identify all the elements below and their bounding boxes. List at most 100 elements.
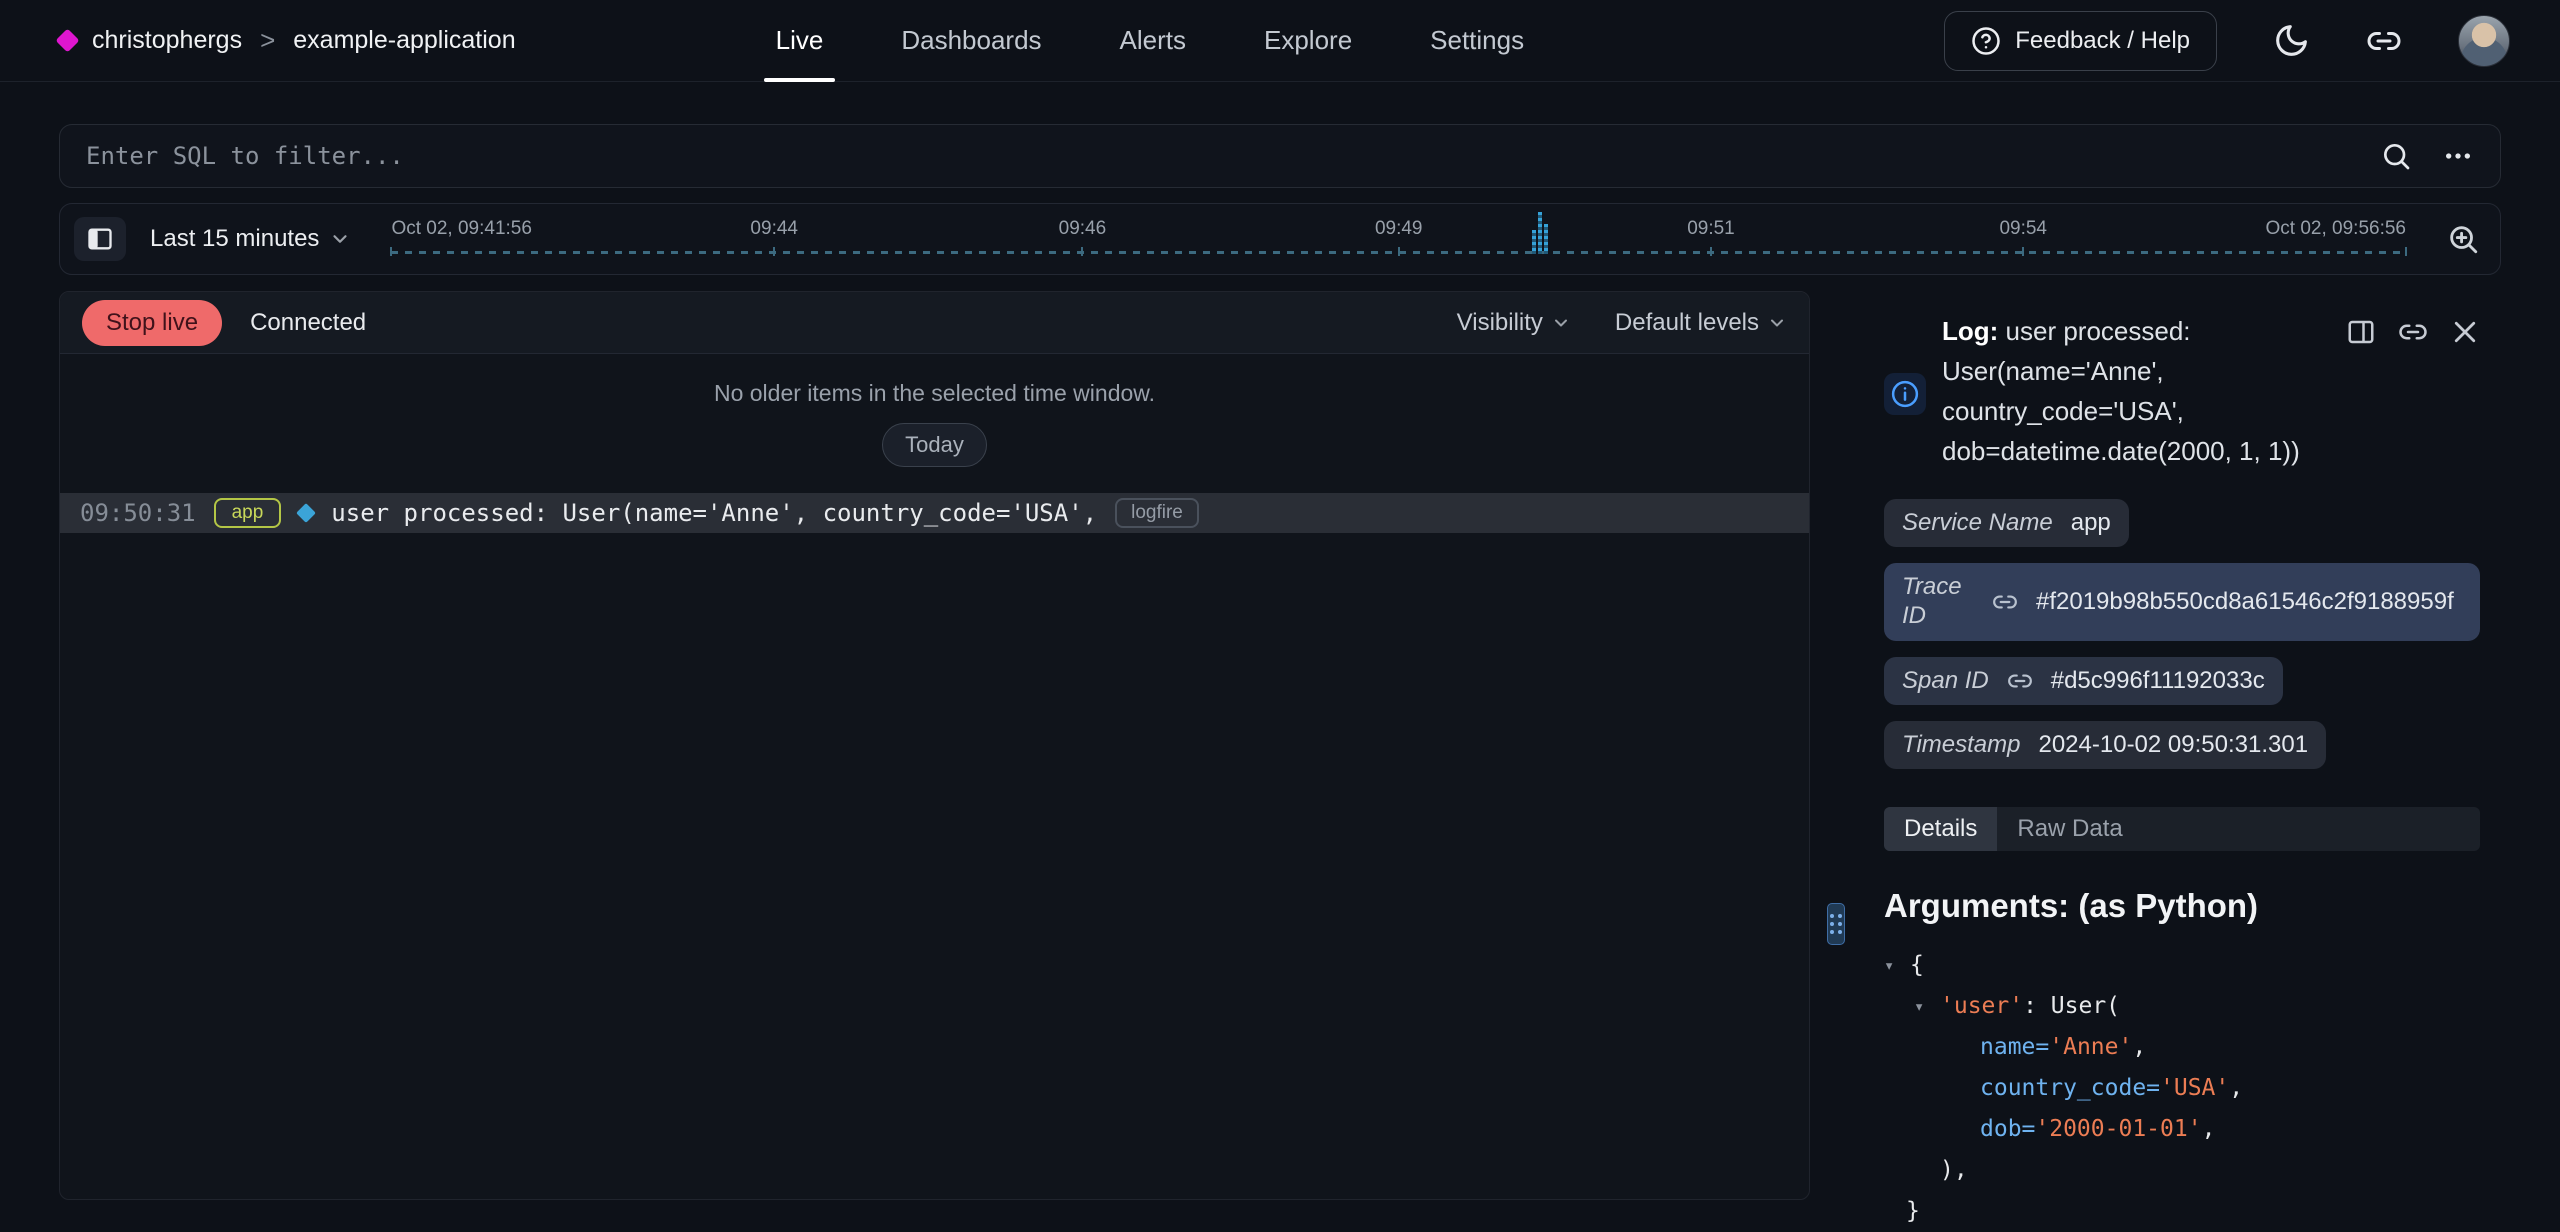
stop-live-button[interactable]: Stop live: [82, 300, 222, 346]
code-token: 'Anne': [2049, 1034, 2132, 1060]
log-message: user processed: User(name='Anne', countr…: [331, 499, 1097, 527]
code-token: ,: [2132, 1034, 2146, 1060]
breadcrumb-org[interactable]: christophergs: [92, 26, 242, 55]
code-token: '2000-01-01': [2035, 1116, 2201, 1142]
timeline-tick: [1081, 247, 1083, 256]
code-token: dob=: [1980, 1116, 2035, 1142]
code-line: ▾{: [1884, 945, 2480, 986]
detail-actions: [2346, 311, 2480, 347]
code-line: ▾ 'user': User(: [1884, 986, 2480, 1027]
breadcrumb-separator: >: [258, 25, 277, 56]
theme-toggle-moon-icon[interactable]: [2273, 22, 2310, 59]
timeline-tick: [2022, 247, 2024, 256]
code-token: }: [1906, 1198, 1920, 1224]
arguments-heading-main: Arguments:: [1884, 887, 2069, 924]
timeline-tick: [773, 247, 775, 256]
nav-tab-alerts[interactable]: Alerts: [1120, 0, 1186, 82]
today-button[interactable]: Today: [882, 423, 987, 467]
chevron-down-icon: [329, 228, 351, 250]
log-service-tag: app: [214, 498, 282, 528]
collapse-chevron-icon[interactable]: ▾: [1884, 946, 1894, 987]
timeline-scale[interactable]: Oct 02, 09:41:56 09:44 09:46 09:49 09:51 09:5…: [391, 204, 2406, 274]
timeline-label: 09:54: [1999, 218, 2047, 240]
timeline-label: 09:46: [1059, 218, 1107, 240]
sql-bar-actions: [2380, 140, 2474, 172]
timeline-tick: [1710, 247, 1712, 256]
log-row[interactable]: 09:50:31 app user processed: User(name='…: [60, 493, 1809, 533]
close-icon[interactable]: [2450, 317, 2480, 347]
live-log-panel: Stop live Connected Visibility Default l…: [59, 291, 1810, 1200]
link-icon: [1992, 589, 2018, 615]
span-id-value: #d5c996f11192033c: [2051, 667, 2265, 695]
log-time: 09:50:31: [80, 499, 196, 527]
detail-tab-raw-data[interactable]: Raw Data: [1997, 807, 2142, 851]
service-name-field: Service Name app: [1884, 499, 2129, 547]
nav-tab-live[interactable]: Live: [776, 0, 824, 82]
detail-title-prefix: Log:: [1942, 316, 1998, 346]
detail-panel: Log: user processed: User(name='Anne', c…: [1862, 291, 2502, 1222]
span-id-field[interactable]: Span ID #d5c996f11192033c: [1884, 657, 2283, 705]
live-panel-controls: Visibility Default levels: [1457, 309, 1787, 337]
code-line: ),: [1884, 1150, 2480, 1191]
nav-tab-dashboards[interactable]: Dashboards: [901, 0, 1041, 82]
timeline-bar: Last 15 minutes Oct 02, 09:41:56 09:44 09:…: [59, 203, 2501, 275]
log-list: No older items in the selected time wind…: [60, 354, 1809, 533]
breadcrumb-project[interactable]: example-application: [293, 26, 515, 55]
code-line: dob='2000-01-01',: [1884, 1109, 2480, 1150]
logfire-logo-icon[interactable]: [55, 28, 79, 52]
copy-link-icon[interactable]: [2398, 317, 2428, 347]
open-in-panel-icon[interactable]: [2346, 317, 2376, 347]
collapse-chevron-icon[interactable]: ▾: [1914, 987, 1924, 1028]
code-token: country_code=: [1980, 1075, 2160, 1101]
trace-id-field[interactable]: Trace ID #f2019b98b550cd8a61546c2f918895…: [1884, 563, 2480, 641]
timestamp-field: Timestamp 2024-10-02 09:50:31.301: [1884, 721, 2326, 769]
nav-tab-explore[interactable]: Explore: [1264, 0, 1352, 82]
question-circle-icon: [1971, 26, 2001, 56]
trace-id-label: Trace ID: [1902, 573, 1974, 631]
detail-tab-details[interactable]: Details: [1884, 807, 1997, 851]
sql-filter-bar: [59, 124, 2501, 188]
navbar-actions: Feedback / Help: [1944, 11, 2510, 71]
nav-tab-settings[interactable]: Settings: [1430, 0, 1524, 82]
trace-id-value: #f2019b98b550cd8a61546c2f9188959f: [2036, 588, 2454, 616]
detail-header: Log: user processed: User(name='Anne', c…: [1884, 311, 2480, 471]
top-navbar: christophergs > example-application Live…: [0, 0, 2560, 82]
timeline-tick: [1398, 247, 1400, 256]
feedback-help-button[interactable]: Feedback / Help: [1944, 11, 2217, 71]
link-icon: [2007, 668, 2033, 694]
log-source-tag: logfire: [1115, 498, 1199, 528]
arguments-heading: Arguments: (as Python): [1884, 887, 2480, 925]
timeline-label: 09:49: [1375, 218, 1423, 240]
feedback-help-label: Feedback / Help: [2015, 27, 2190, 55]
user-avatar[interactable]: [2458, 15, 2510, 67]
code-token: ,: [2202, 1116, 2216, 1142]
connection-status: Connected: [250, 309, 366, 337]
code-token: {: [1910, 952, 1924, 978]
sidebar-toggle-button[interactable]: [74, 217, 126, 261]
time-range-label: Last 15 minutes: [150, 225, 319, 253]
default-levels-dropdown[interactable]: Default levels: [1615, 309, 1787, 337]
service-name-label: Service Name: [1902, 509, 2053, 537]
search-icon[interactable]: [2380, 140, 2412, 172]
timeline-label: 09:44: [750, 218, 798, 240]
sql-filter-input[interactable]: [86, 142, 2380, 170]
time-range-dropdown[interactable]: Last 15 minutes: [150, 225, 351, 253]
panel-resize-handle[interactable]: [1827, 903, 1845, 945]
timeline-label: Oct 02, 09:56:56: [2266, 218, 2407, 240]
code-token: : User(: [2023, 993, 2120, 1019]
timeline-label: 09:51: [1687, 218, 1735, 240]
live-panel-header: Stop live Connected Visibility Default l…: [60, 292, 1809, 354]
timeline-zoom-icon[interactable]: [2446, 222, 2480, 256]
visibility-dropdown[interactable]: Visibility: [1457, 309, 1571, 337]
code-line: }: [1884, 1191, 2480, 1232]
share-link-icon[interactable]: [2366, 23, 2402, 59]
chevron-down-icon: [1767, 313, 1787, 333]
empty-window-message: No older items in the selected time wind…: [60, 380, 1809, 407]
service-name-value: app: [2071, 509, 2111, 537]
timeline-tick: [390, 247, 392, 256]
timestamp-label: Timestamp: [1902, 731, 2020, 759]
code-token: 'user': [1940, 993, 2023, 1019]
more-options-icon[interactable]: [2442, 140, 2474, 172]
default-levels-label: Default levels: [1615, 309, 1759, 337]
timeline-label: Oct 02, 09:41:56: [391, 218, 532, 240]
